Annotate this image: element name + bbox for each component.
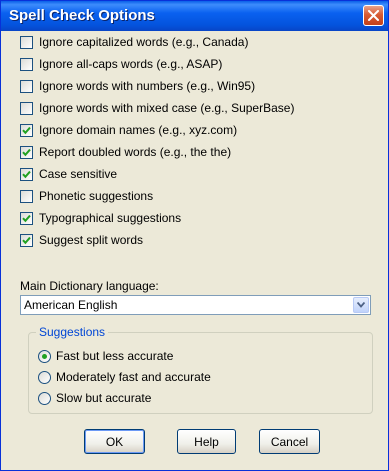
checkmark-icon (22, 236, 31, 244)
report-doubled-checkbox[interactable] (20, 145, 33, 159)
split-words-checkbox[interactable] (20, 233, 33, 247)
suggestion-moderate[interactable]: Moderately fast and accurate (38, 368, 211, 386)
ignore-capitalized-checkbox[interactable] (20, 35, 33, 49)
option-ignore-domain-names[interactable]: Ignore domain names (e.g., xyz.com) (20, 121, 237, 139)
close-icon (368, 10, 379, 21)
suggestion-slow[interactable]: Slow but accurate (38, 389, 151, 407)
cancel-button[interactable]: Cancel (259, 429, 320, 454)
suggestions-group-title: Suggestions (36, 325, 109, 339)
option-ignore-all-caps[interactable]: Ignore all-caps words (e.g., ASAP) (20, 55, 222, 73)
ignore-numbers-checkbox[interactable] (20, 79, 33, 93)
option-ignore-capitalized[interactable]: Ignore capitalized words (e.g., Canada) (20, 33, 248, 51)
option-typographical[interactable]: Typographical suggestions (20, 209, 181, 227)
chevron-down-icon (357, 302, 365, 308)
suggestion-label: Fast but less accurate (56, 349, 174, 363)
option-label: Ignore domain names (e.g., xyz.com) (39, 123, 238, 137)
option-ignore-numbers[interactable]: Ignore words with numbers (e.g., Win95) (20, 77, 255, 95)
checkmark-icon (22, 170, 31, 178)
option-phonetic[interactable]: Phonetic suggestions (20, 187, 153, 205)
close-button[interactable] (363, 5, 384, 26)
option-ignore-mixed-case[interactable]: Ignore words with mixed case (e.g., Supe… (20, 99, 294, 117)
suggestion-label: Slow but accurate (56, 391, 152, 405)
option-label: Phonetic suggestions (39, 189, 154, 203)
option-split-words[interactable]: Suggest split words (20, 231, 143, 249)
option-report-doubled[interactable]: Report doubled words (e.g., the the) (20, 143, 231, 161)
ok-button[interactable]: OK (84, 429, 145, 454)
checkmark-icon (22, 148, 31, 156)
dictionary-language-value: American English (24, 298, 118, 312)
title-bar[interactable]: Spell Check Options (1, 1, 388, 31)
fast-radio[interactable] (38, 349, 51, 363)
spell-check-options-dialog: Spell Check Options Ignore capitalized w… (0, 0, 389, 471)
ignore-domain-names-checkbox[interactable] (20, 123, 33, 137)
option-label: Ignore all-caps words (e.g., ASAP) (39, 57, 223, 71)
option-label: Ignore capitalized words (e.g., Canada) (39, 35, 249, 49)
dictionary-language-label: Main Dictionary language: (20, 279, 159, 293)
checkmark-icon (22, 126, 31, 134)
option-label: Typographical suggestions (39, 211, 182, 225)
typographical-checkbox[interactable] (20, 211, 33, 225)
case-sensitive-checkbox[interactable] (20, 167, 33, 181)
help-button[interactable]: Help (177, 429, 236, 454)
ignore-all-caps-checkbox[interactable] (20, 57, 33, 71)
phonetic-checkbox[interactable] (20, 189, 33, 203)
option-case-sensitive[interactable]: Case sensitive (20, 165, 117, 183)
slow-radio[interactable] (38, 391, 51, 405)
checkmark-icon (22, 214, 31, 222)
window-title: Spell Check Options (9, 7, 155, 24)
ignore-mixed-case-checkbox[interactable] (20, 101, 33, 115)
suggestion-fast[interactable]: Fast but less accurate (38, 347, 173, 365)
dictionary-language-select[interactable]: American English (20, 295, 371, 315)
option-label: Ignore words with numbers (e.g., Win95) (39, 79, 256, 93)
suggestion-label: Moderately fast and accurate (56, 370, 211, 384)
option-label: Report doubled words (e.g., the the) (39, 145, 232, 159)
dropdown-button[interactable] (353, 297, 369, 313)
option-label: Case sensitive (39, 167, 118, 181)
option-label: Suggest split words (39, 233, 144, 247)
option-label: Ignore words with mixed case (e.g., Supe… (39, 101, 295, 115)
moderate-radio[interactable] (38, 370, 51, 384)
